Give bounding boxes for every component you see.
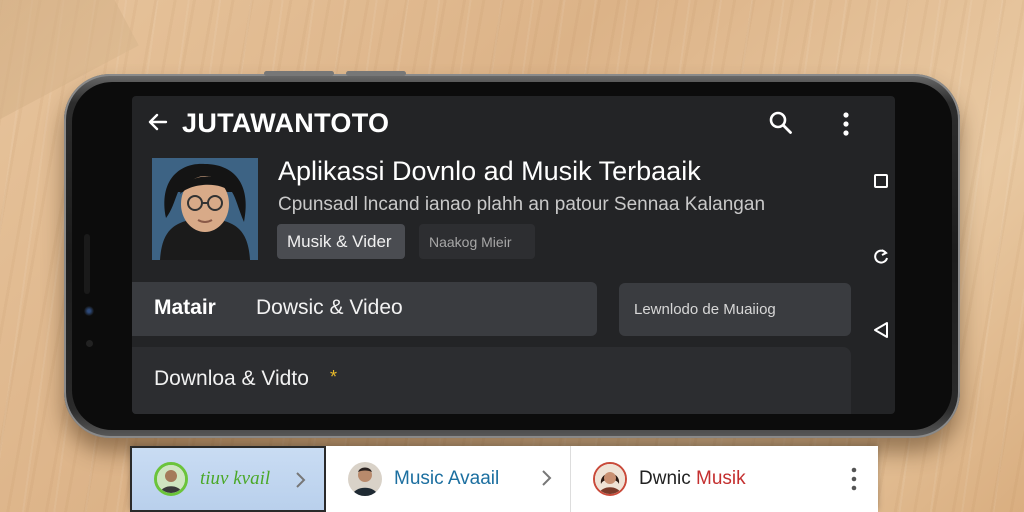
back-arrow-icon[interactable]: [146, 110, 170, 134]
bottom-list-strip: tiuv kvail Music Avaail Dwnic Musik: [130, 446, 878, 512]
list-avatar: [593, 462, 627, 496]
hero-title: Aplikassi Dovnlo ad Musik Terbaaik: [278, 156, 701, 186]
app-screen: JUTAWANTOTO Aplikassi Dovnlo ad Musik Te…: [132, 96, 895, 414]
artist-avatar: [152, 158, 258, 260]
tabs-row[interactable]: Matair Dowsic & Video: [132, 282, 597, 336]
list-item-label-prefix: Dwnic: [639, 468, 697, 489]
chip-musik-video[interactable]: Musik & Vider: [277, 224, 405, 259]
list-item-music-avaail[interactable]: Music Avaail: [326, 446, 570, 512]
app-title: JUTAWANTOTO: [182, 108, 390, 138]
top-app-bar: JUTAWANTOTO: [132, 96, 895, 152]
chevron-right-icon: [296, 472, 306, 488]
hero-subtitle: Cpunsadl lncand ianao plahh an patour Se…: [278, 194, 766, 215]
list-item-label: Dwnic Musik: [639, 468, 746, 490]
sensor-dot: [86, 340, 93, 347]
tab-active[interactable]: Matair: [154, 296, 216, 320]
square-icon[interactable]: [874, 174, 888, 188]
download-card-label: Lewnlodo de Muaiiog: [634, 301, 776, 318]
power-button: [346, 71, 406, 76]
chevron-right-icon: [542, 470, 552, 486]
speaker-grille: [84, 234, 90, 294]
list-item-label-accent: Musik: [696, 468, 746, 489]
list-avatar: [348, 462, 382, 496]
triangle-back-icon[interactable]: [873, 321, 889, 339]
list-item-label: tiuv kvail: [200, 468, 271, 489]
list-item-dwnic-musik[interactable]: Dwnic Musik: [570, 446, 878, 512]
star-icon: *: [330, 367, 338, 387]
list-item-label: Music Avaail: [394, 468, 500, 489]
list-avatar: [154, 462, 188, 496]
camera-icon: [84, 306, 94, 316]
volume-button: [264, 71, 334, 76]
more-vert-icon[interactable]: [850, 466, 858, 492]
download-row-label: Downloa & Vidto: [154, 367, 309, 390]
download-card[interactable]: Lewnlodo de Muaiiog: [619, 283, 851, 336]
more-vert-icon[interactable]: [836, 110, 856, 138]
list-item-tiuv-kvail[interactable]: tiuv kvail: [130, 446, 326, 512]
download-video-row[interactable]: Downloa & Vidto *: [132, 347, 851, 414]
refresh-icon[interactable]: [872, 247, 890, 265]
search-icon[interactable]: [768, 110, 794, 136]
chip-secondary[interactable]: Naakog Mieir: [419, 224, 535, 259]
tab-second[interactable]: Dowsic & Video: [256, 296, 403, 320]
